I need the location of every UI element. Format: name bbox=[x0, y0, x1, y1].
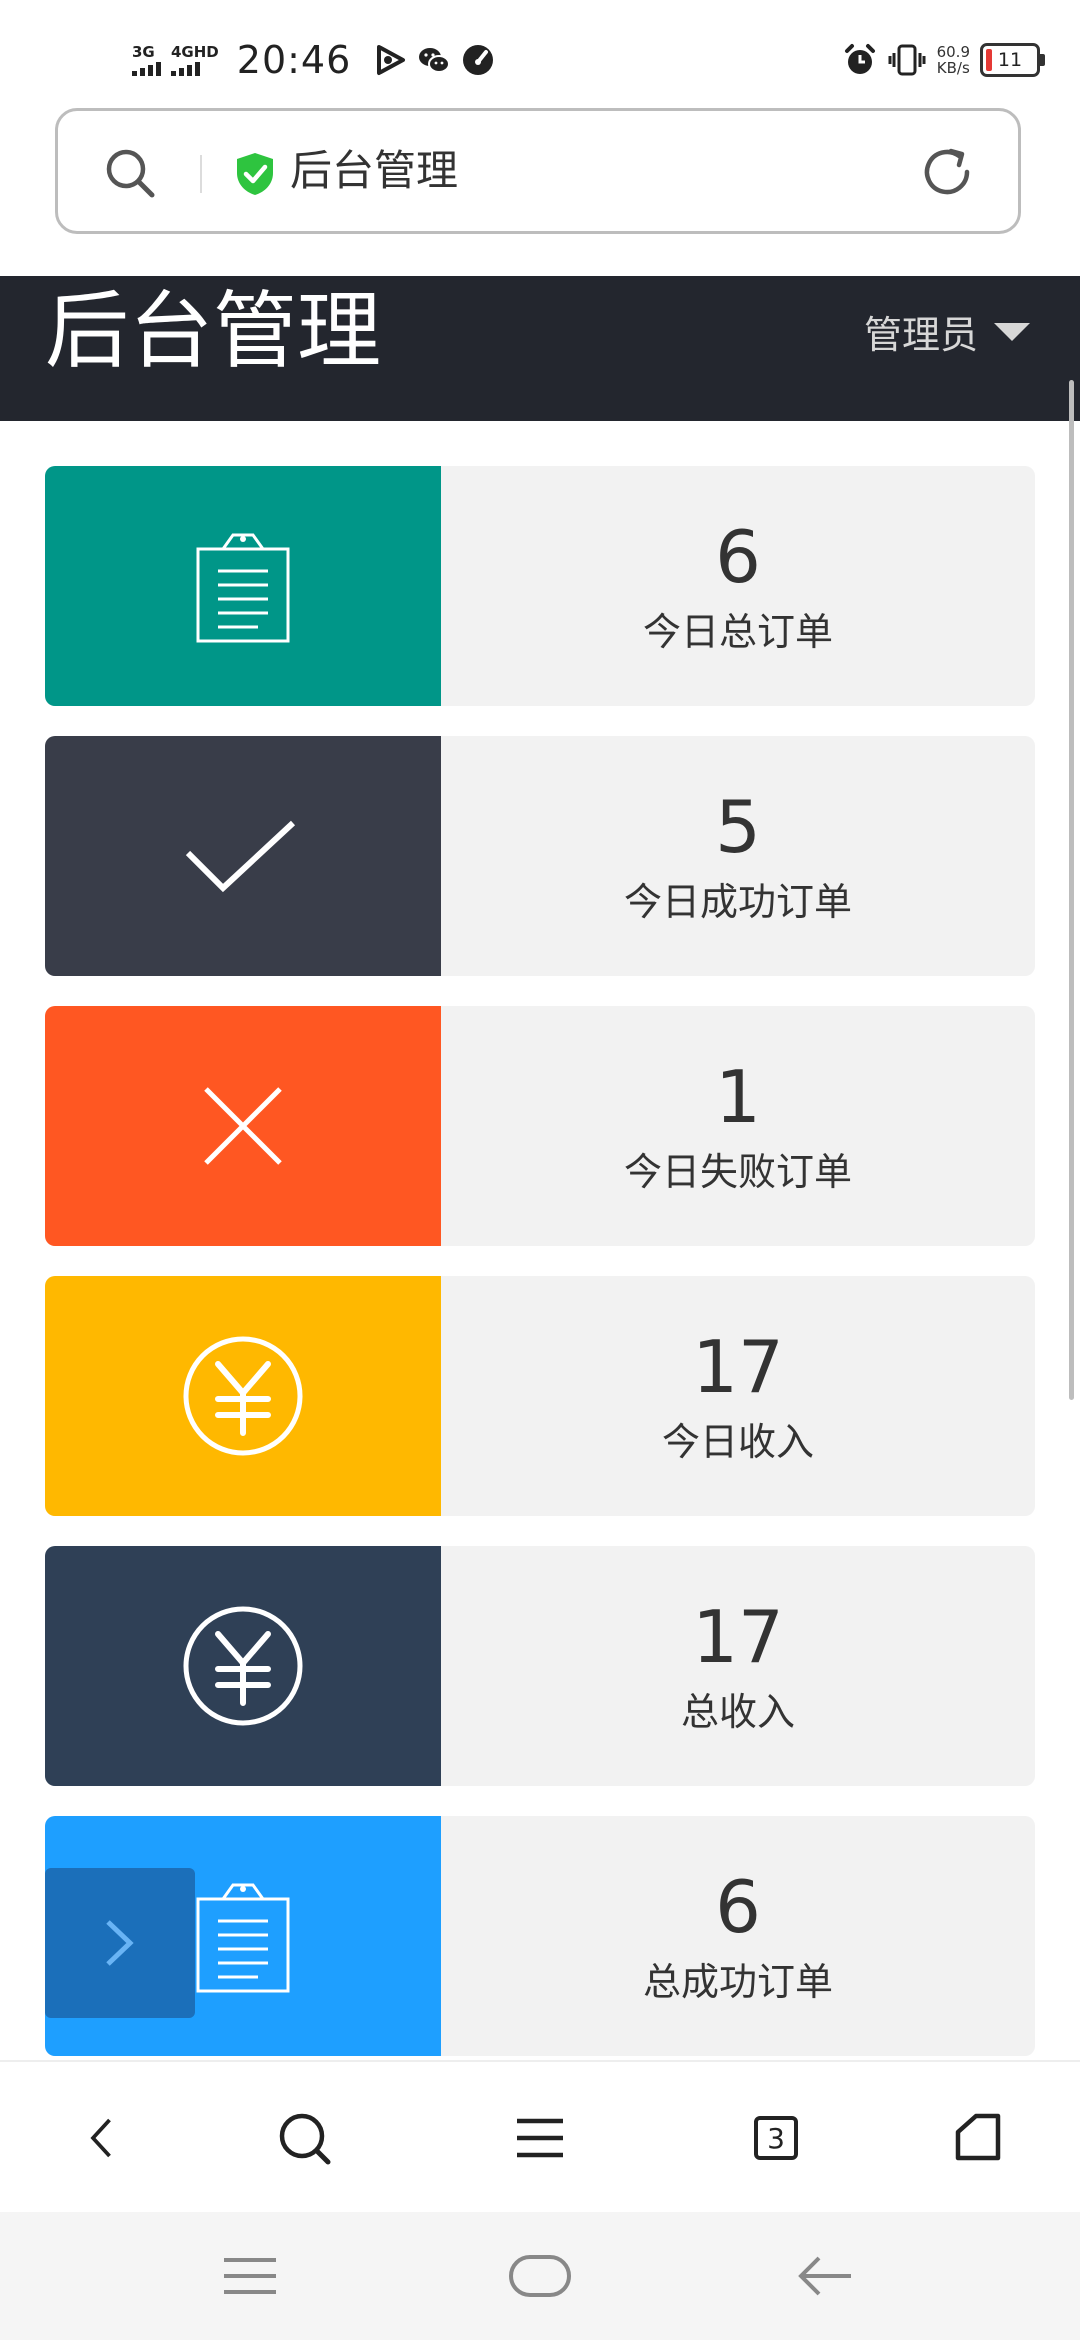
stat-card-today-total-orders[interactable]: 6 今日总订单 bbox=[45, 466, 1035, 706]
browser-toolbar: 3 bbox=[0, 2060, 1080, 2214]
tabs-button[interactable]: 3 bbox=[744, 2106, 808, 2170]
home-button[interactable] bbox=[946, 2106, 1010, 2170]
stat-icon-box bbox=[45, 736, 441, 976]
stat-label: 总收入 bbox=[680, 1690, 795, 1734]
stat-value: 6 bbox=[715, 515, 761, 599]
address-title[interactable]: 后台管理 bbox=[290, 141, 458, 201]
speedometer-icon bbox=[463, 45, 494, 75]
stat-card-today-success-orders[interactable]: 5 今日成功订单 bbox=[45, 736, 1035, 976]
checkmark-icon bbox=[185, 820, 296, 893]
yen-icon bbox=[183, 1336, 303, 1456]
clipboard-icon bbox=[196, 1883, 290, 1993]
clock: 20:46 bbox=[236, 38, 352, 82]
stat-label: 今日成功订单 bbox=[623, 880, 852, 924]
chevron-down-icon bbox=[994, 322, 1030, 341]
stat-icon-box bbox=[45, 1546, 441, 1786]
stat-value: 5 bbox=[715, 785, 761, 869]
page-header: 后台管理 管理员 bbox=[0, 276, 1080, 421]
tab-count-badge: 3 bbox=[754, 2116, 798, 2160]
stat-value: 6 bbox=[715, 1865, 761, 1949]
stat-card-total-income[interactable]: 17 总收入 bbox=[45, 1546, 1035, 1786]
system-home-button[interactable] bbox=[490, 2248, 590, 2304]
status-bar: 3G 4GHD 20:46 60.9 KB/s 11 bbox=[0, 0, 1080, 110]
menu-icon bbox=[224, 2258, 276, 2294]
search-icon bbox=[279, 2113, 331, 2165]
stat-value: 17 bbox=[692, 1595, 784, 1679]
sidebar-expand-button[interactable] bbox=[45, 1868, 195, 2018]
alarm-icon bbox=[844, 44, 875, 74]
menu-icon bbox=[517, 2118, 563, 2158]
system-navigation-bar bbox=[0, 2212, 1080, 2340]
stat-icon-box bbox=[45, 466, 441, 706]
vibrate-icon bbox=[888, 44, 926, 76]
close-icon bbox=[204, 1087, 282, 1165]
stat-card-today-failed-orders[interactable]: 1 今日失败订单 bbox=[45, 1006, 1035, 1246]
back-button[interactable] bbox=[70, 2106, 134, 2170]
security-shield-icon bbox=[237, 153, 273, 195]
battery-indicator: 11 bbox=[980, 43, 1045, 77]
search-button[interactable] bbox=[272, 2106, 336, 2170]
menu-button[interactable] bbox=[508, 2106, 572, 2170]
search-icon[interactable] bbox=[102, 145, 158, 201]
stat-icon-box bbox=[45, 1006, 441, 1246]
network-4ghd-indicator: 4GHD bbox=[171, 44, 219, 76]
stat-value: 17 bbox=[692, 1325, 784, 1409]
home-pill-icon bbox=[509, 2255, 571, 2297]
stat-card-today-income[interactable]: 17 今日收入 bbox=[45, 1276, 1035, 1516]
stat-icon-box bbox=[45, 1276, 441, 1516]
stat-label: 今日总订单 bbox=[642, 610, 833, 654]
admin-user-menu[interactable]: 管理员 bbox=[864, 304, 1030, 359]
page-title: 后台管理 bbox=[45, 282, 382, 380]
network-3g-indicator: 3G bbox=[132, 44, 161, 76]
system-back-button[interactable] bbox=[775, 2248, 875, 2304]
chevron-left-icon bbox=[90, 2118, 111, 2158]
address-divider bbox=[200, 155, 202, 193]
wechat-icon bbox=[419, 48, 451, 73]
stat-label: 总成功订单 bbox=[642, 1960, 833, 2004]
recent-apps-button[interactable] bbox=[200, 2248, 300, 2304]
network-speed: 60.9 KB/s bbox=[936, 43, 970, 77]
back-arrow-icon bbox=[798, 2256, 851, 2296]
chevron-right-icon bbox=[106, 1920, 134, 1966]
stat-label: 今日失败订单 bbox=[623, 1150, 852, 1194]
stat-value: 1 bbox=[715, 1055, 761, 1139]
clipboard-icon bbox=[196, 533, 290, 643]
home-icon bbox=[955, 2113, 1001, 2161]
reload-icon[interactable] bbox=[918, 143, 976, 201]
address-bar[interactable]: 后台管理 bbox=[55, 108, 1021, 234]
stat-label: 今日收入 bbox=[661, 1420, 814, 1464]
video-play-icon bbox=[377, 45, 406, 75]
yen-icon bbox=[183, 1606, 303, 1726]
admin-user-label: 管理员 bbox=[863, 313, 978, 357]
stats-list: 6 今日总订单 5 今日成功订单 1 今日失败订单 17 今日收入 17 总收入… bbox=[45, 466, 1035, 2086]
page-scrollbar[interactable] bbox=[1069, 380, 1074, 1400]
